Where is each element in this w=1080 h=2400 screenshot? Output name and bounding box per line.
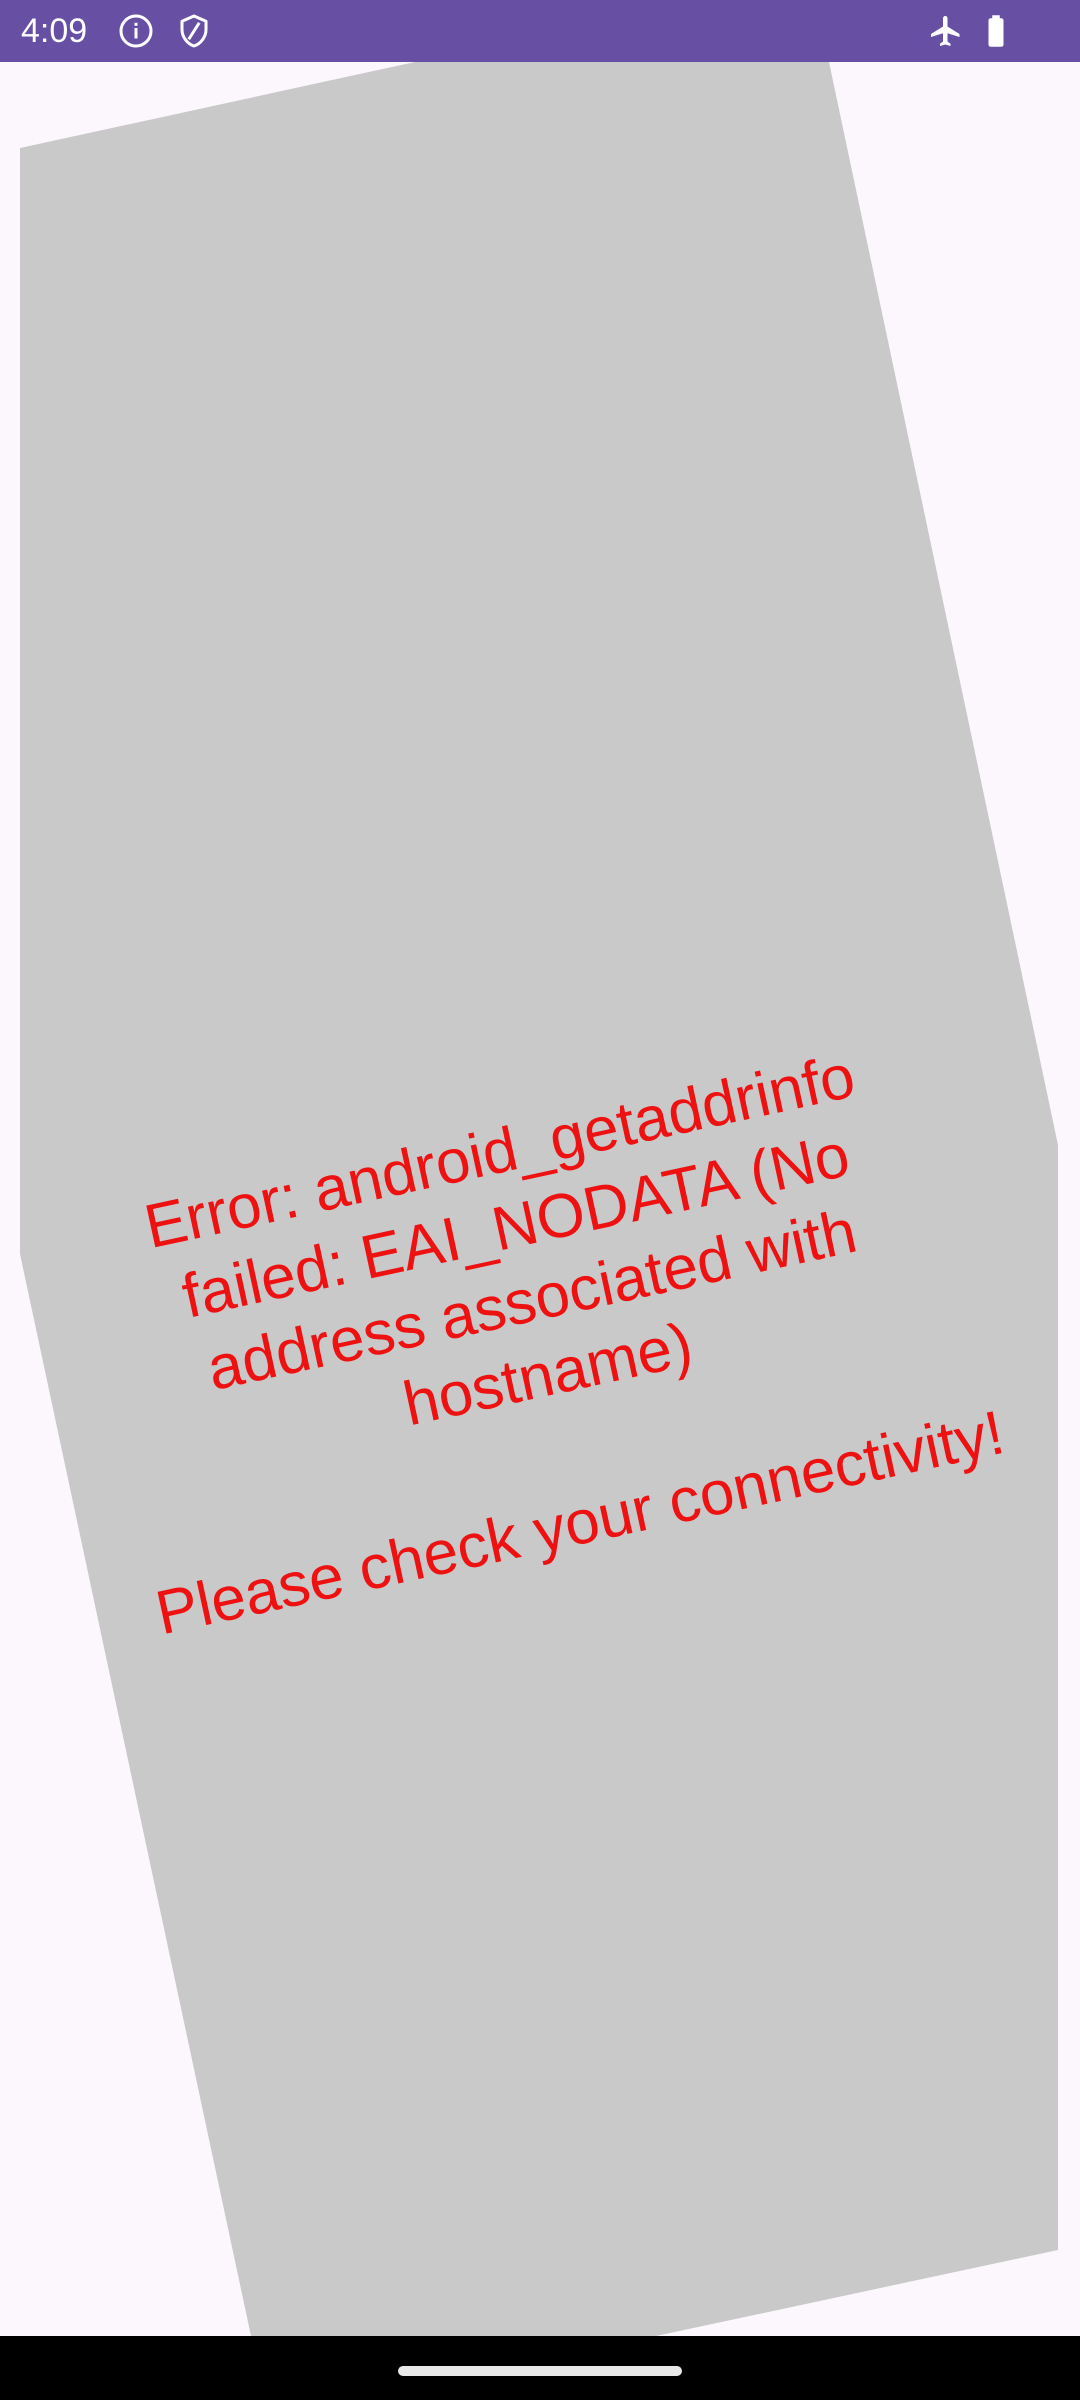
gesture-handle[interactable]: [398, 2366, 682, 2376]
status-bar: 4:09: [0, 0, 1080, 62]
shield-icon: [176, 13, 212, 49]
status-time: 4:09: [21, 12, 88, 50]
error-screen: Error: android_getaddrinfo failed: EAI_N…: [0, 62, 1080, 2336]
battery-icon: [978, 13, 1014, 49]
airplane-mode-icon: [928, 13, 964, 49]
navigation-bar: [0, 2336, 1080, 2400]
info-icon: [118, 13, 154, 49]
